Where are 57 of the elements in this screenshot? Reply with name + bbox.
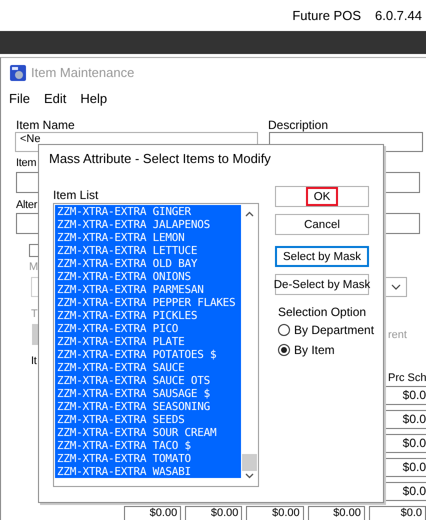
list-item[interactable]: ZZM-XTRA-EXTRA GINGER bbox=[55, 205, 242, 218]
list-item[interactable]: ZZM-XTRA-EXTRA PLATE bbox=[55, 335, 242, 348]
menu-item[interactable]: Help bbox=[79, 90, 108, 106]
radio-option[interactable]: By Item bbox=[275, 341, 335, 359]
window-title: Item Maintenance bbox=[31, 65, 134, 80]
list-item[interactable]: ZZM-XTRA-EXTRA PICO bbox=[55, 322, 242, 335]
field-label: Item Name bbox=[16, 118, 76, 132]
dialog-button[interactable]: Select by Mask bbox=[275, 246, 369, 267]
list-item[interactable]: ZZM-XTRA-EXTRA POTATOES $ bbox=[55, 348, 242, 361]
list-item[interactable]: ZZM-XTRA-EXTRA SAUCE bbox=[55, 361, 242, 374]
list-item[interactable]: ZZM-XTRA-EXTRA SEEDS bbox=[55, 413, 242, 426]
list-item[interactable]: ZZM-XTRA-EXTRA PARMESAN bbox=[55, 283, 242, 296]
list-item[interactable]: ZZM-XTRA-EXTRA ONIONS bbox=[55, 270, 242, 283]
app-icon bbox=[10, 64, 26, 80]
scroll-up-icon[interactable] bbox=[245, 211, 254, 217]
field-label: rent bbox=[388, 328, 407, 342]
group-label: Selection Option bbox=[277, 305, 368, 319]
field-label: Description bbox=[268, 118, 328, 132]
list-item[interactable]: ZZM-XTRA-EXTRA LEMON bbox=[55, 231, 242, 244]
list-item[interactable]: ZZM-XTRA-EXTRA SOUR CREAM bbox=[55, 426, 242, 439]
price-field[interactable]: $0.00 bbox=[185, 506, 242, 520]
list-item[interactable]: ZZM-XTRA-EXTRA SAUCE OTS bbox=[55, 374, 242, 387]
list-item[interactable]: ZZM-XTRA-EXTRA SAUSAGE $ bbox=[55, 387, 242, 400]
version-number: 6.0.7.44 bbox=[375, 8, 422, 23]
menu-item[interactable]: File bbox=[8, 90, 31, 106]
price-field[interactable]: $0.00 bbox=[246, 506, 304, 520]
list-item[interactable]: ZZM-XTRA-EXTRA PICKLES bbox=[55, 309, 242, 322]
group-label: It bbox=[31, 354, 37, 368]
price-field[interactable]: $0.0 bbox=[368, 506, 426, 520]
chevron-down-icon bbox=[391, 284, 401, 290]
field-label: Alter bbox=[16, 198, 38, 212]
list-label: Item List bbox=[53, 188, 100, 202]
scrollbar-thumb[interactable] bbox=[242, 454, 258, 471]
menu-item[interactable]: Edit bbox=[42, 90, 68, 106]
list-item[interactable]: ZZM-XTRA-EXTRA TOMATO bbox=[55, 452, 242, 465]
field-label: M bbox=[29, 260, 38, 274]
scroll-down-icon[interactable] bbox=[245, 473, 254, 479]
list-item[interactable]: ZZM-XTRA-EXTRA WASABI bbox=[55, 465, 242, 478]
list-item[interactable]: ZZM-XTRA-EXTRA SEASONING bbox=[55, 400, 242, 413]
radio-option[interactable]: By Department bbox=[275, 321, 374, 339]
list-item[interactable]: ZZM-XTRA-EXTRA JALAPENOS bbox=[55, 218, 242, 231]
price-field[interactable]: $0.00 bbox=[308, 506, 365, 520]
dialog-button[interactable]: Cancel bbox=[275, 214, 369, 235]
field-label: Item bbox=[16, 156, 36, 170]
dialog-button[interactable]: De-Select by Mask bbox=[275, 274, 369, 295]
app-name: Future POS bbox=[292, 8, 361, 23]
item-list[interactable] bbox=[53, 203, 259, 487]
column-header: Prc Sch bbox=[388, 371, 426, 385]
dialog-title: Mass Attribute - Select Items to Modify bbox=[49, 151, 271, 166]
list-item[interactable]: ZZM-XTRA-EXTRA LETTUCE bbox=[55, 244, 242, 257]
list-item[interactable]: ZZM-XTRA-EXTRA OLD BAY bbox=[55, 257, 242, 270]
field-label: T bbox=[31, 307, 38, 321]
checkbox[interactable] bbox=[29, 244, 38, 257]
dialog-button[interactable]: OK bbox=[275, 186, 369, 207]
list-item[interactable]: ZZM-XTRA-EXTRA TACO $ bbox=[55, 439, 242, 452]
list-item[interactable]: ZZM-XTRA-EXTRA PEPPER FLAKES bbox=[55, 296, 242, 309]
price-field[interactable]: $0.00 bbox=[124, 506, 182, 520]
